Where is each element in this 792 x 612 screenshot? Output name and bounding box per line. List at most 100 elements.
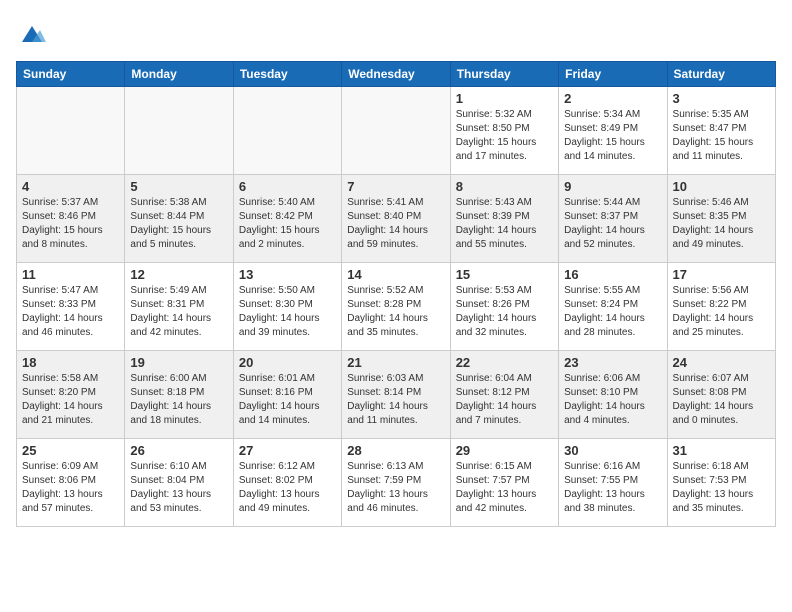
weekday-header-tuesday: Tuesday <box>233 62 341 87</box>
weekday-header-row: SundayMondayTuesdayWednesdayThursdayFrid… <box>17 62 776 87</box>
calendar-cell: 30 Sunrise: 6:16 AM Sunset: 7:55 PM Dayli… <box>559 439 667 527</box>
calendar-cell: 12 Sunrise: 5:49 AM Sunset: 8:31 PM Dayli… <box>125 263 233 351</box>
logo <box>16 20 46 53</box>
day-info: Sunrise: 5:35 AM Sunset: 8:47 PM Dayligh… <box>673 108 770 164</box>
day-number: 5 <box>130 179 227 194</box>
day-info: Sunrise: 6:01 AM Sunset: 8:16 PM Dayligh… <box>239 372 336 428</box>
day-info: Sunrise: 5:46 AM Sunset: 8:35 PM Dayligh… <box>673 196 770 252</box>
calendar-cell: 8 Sunrise: 5:43 AM Sunset: 8:39 PM Daylig… <box>450 175 558 263</box>
day-number: 29 <box>456 443 553 458</box>
day-info: Sunrise: 6:12 AM Sunset: 8:02 PM Dayligh… <box>239 460 336 516</box>
day-number: 20 <box>239 355 336 370</box>
logo-icon <box>18 20 46 48</box>
calendar-cell: 17Sunrise: 5:56 AM Sunset: 8:22 PM Dayli… <box>667 263 775 351</box>
calendar-cell: 19Sunrise: 6:00 AM Sunset: 8:18 PM Dayli… <box>125 351 233 439</box>
weekday-header-thursday: Thursday <box>450 62 558 87</box>
page-header <box>16 16 776 53</box>
day-info: Sunrise: 5:47 AM Sunset: 8:33 PM Dayligh… <box>22 284 119 340</box>
day-info: Sunrise: 5:49 AM Sunset: 8:31 PM Dayligh… <box>130 284 227 340</box>
calendar-cell: 20 Sunrise: 6:01 AM Sunset: 8:16 PM Dayli… <box>233 351 341 439</box>
day-number: 11 <box>22 267 119 282</box>
day-info: Sunrise: 5:38 AM Sunset: 8:44 PM Dayligh… <box>130 196 227 252</box>
day-number: 4 <box>22 179 119 194</box>
day-number: 22 <box>456 355 553 370</box>
day-number: 16 <box>564 267 661 282</box>
calendar-cell <box>233 87 341 175</box>
calendar-cell: 11 Sunrise: 5:47 AM Sunset: 8:33 PM Dayli… <box>17 263 125 351</box>
day-info: Sunrise: 6:04 AM Sunset: 8:12 PM Dayligh… <box>456 372 553 428</box>
calendar-cell: 1 Sunrise: 5:32 AM Sunset: 8:50 PM Daylig… <box>450 87 558 175</box>
day-info: Sunrise: 5:32 AM Sunset: 8:50 PM Dayligh… <box>456 108 553 164</box>
day-number: 2 <box>564 91 661 106</box>
calendar-week-3: 11 Sunrise: 5:47 AM Sunset: 8:33 PM Dayli… <box>17 263 776 351</box>
calendar-cell: 28Sunrise: 6:13 AM Sunset: 7:59 PM Dayli… <box>342 439 450 527</box>
calendar-week-4: 18 Sunrise: 5:58 AM Sunset: 8:20 PM Dayli… <box>17 351 776 439</box>
calendar-cell: 21Sunrise: 6:03 AM Sunset: 8:14 PM Dayli… <box>342 351 450 439</box>
weekday-header-wednesday: Wednesday <box>342 62 450 87</box>
day-number: 23 <box>564 355 661 370</box>
calendar-cell: 15 Sunrise: 5:53 AM Sunset: 8:26 PM Dayli… <box>450 263 558 351</box>
day-number: 15 <box>456 267 553 282</box>
day-number: 27 <box>239 443 336 458</box>
day-info: Sunrise: 6:06 AM Sunset: 8:10 PM Dayligh… <box>564 372 661 428</box>
day-number: 9 <box>564 179 661 194</box>
day-info: Sunrise: 5:41 AM Sunset: 8:40 PM Dayligh… <box>347 196 444 252</box>
calendar-cell: 9Sunrise: 5:44 AM Sunset: 8:37 PM Daylig… <box>559 175 667 263</box>
calendar-cell: 22 Sunrise: 6:04 AM Sunset: 8:12 PM Dayli… <box>450 351 558 439</box>
day-number: 24 <box>673 355 770 370</box>
calendar-cell: 29 Sunrise: 6:15 AM Sunset: 7:57 PM Dayli… <box>450 439 558 527</box>
day-number: 25 <box>22 443 119 458</box>
calendar-cell: 13 Sunrise: 5:50 AM Sunset: 8:30 PM Dayli… <box>233 263 341 351</box>
day-info: Sunrise: 5:52 AM Sunset: 8:28 PM Dayligh… <box>347 284 444 340</box>
day-number: 10 <box>673 179 770 194</box>
calendar-week-1: 1 Sunrise: 5:32 AM Sunset: 8:50 PM Daylig… <box>17 87 776 175</box>
calendar-cell: 23 Sunrise: 6:06 AM Sunset: 8:10 PM Dayli… <box>559 351 667 439</box>
calendar-cell: 26 Sunrise: 6:10 AM Sunset: 8:04 PM Dayli… <box>125 439 233 527</box>
calendar-cell: 7 Sunrise: 5:41 AM Sunset: 8:40 PM Daylig… <box>342 175 450 263</box>
day-info: Sunrise: 6:10 AM Sunset: 8:04 PM Dayligh… <box>130 460 227 516</box>
calendar-cell: 14 Sunrise: 5:52 AM Sunset: 8:28 PM Dayli… <box>342 263 450 351</box>
day-number: 30 <box>564 443 661 458</box>
day-info: Sunrise: 5:43 AM Sunset: 8:39 PM Dayligh… <box>456 196 553 252</box>
day-number: 28 <box>347 443 444 458</box>
calendar-cell <box>125 87 233 175</box>
calendar-cell: 25 Sunrise: 6:09 AM Sunset: 8:06 PM Dayli… <box>17 439 125 527</box>
calendar-week-2: 4 Sunrise: 5:37 AM Sunset: 8:46 PM Daylig… <box>17 175 776 263</box>
calendar-cell: 2 Sunrise: 5:34 AM Sunset: 8:49 PM Daylig… <box>559 87 667 175</box>
day-number: 14 <box>347 267 444 282</box>
day-info: Sunrise: 5:58 AM Sunset: 8:20 PM Dayligh… <box>22 372 119 428</box>
calendar-week-5: 25 Sunrise: 6:09 AM Sunset: 8:06 PM Dayli… <box>17 439 776 527</box>
calendar-cell: 24Sunrise: 6:07 AM Sunset: 8:08 PM Dayli… <box>667 351 775 439</box>
day-number: 12 <box>130 267 227 282</box>
day-info: Sunrise: 5:37 AM Sunset: 8:46 PM Dayligh… <box>22 196 119 252</box>
day-number: 17 <box>673 267 770 282</box>
day-info: Sunrise: 5:55 AM Sunset: 8:24 PM Dayligh… <box>564 284 661 340</box>
day-number: 26 <box>130 443 227 458</box>
calendar-cell: 31Sunrise: 6:18 AM Sunset: 7:53 PM Dayli… <box>667 439 775 527</box>
day-number: 13 <box>239 267 336 282</box>
weekday-header-friday: Friday <box>559 62 667 87</box>
day-info: Sunrise: 6:15 AM Sunset: 7:57 PM Dayligh… <box>456 460 553 516</box>
day-number: 7 <box>347 179 444 194</box>
day-number: 6 <box>239 179 336 194</box>
calendar-cell: 16 Sunrise: 5:55 AM Sunset: 8:24 PM Dayli… <box>559 263 667 351</box>
day-info: Sunrise: 5:34 AM Sunset: 8:49 PM Dayligh… <box>564 108 661 164</box>
day-number: 8 <box>456 179 553 194</box>
calendar-cell: 6Sunrise: 5:40 AM Sunset: 8:42 PM Daylig… <box>233 175 341 263</box>
day-info: Sunrise: 6:09 AM Sunset: 8:06 PM Dayligh… <box>22 460 119 516</box>
day-info: Sunrise: 6:16 AM Sunset: 7:55 PM Dayligh… <box>564 460 661 516</box>
day-number: 1 <box>456 91 553 106</box>
day-number: 19 <box>130 355 227 370</box>
day-number: 31 <box>673 443 770 458</box>
calendar-cell: 18 Sunrise: 5:58 AM Sunset: 8:20 PM Dayli… <box>17 351 125 439</box>
day-info: Sunrise: 5:50 AM Sunset: 8:30 PM Dayligh… <box>239 284 336 340</box>
day-number: 3 <box>673 91 770 106</box>
day-number: 18 <box>22 355 119 370</box>
calendar-cell: 4 Sunrise: 5:37 AM Sunset: 8:46 PM Daylig… <box>17 175 125 263</box>
calendar-cell <box>17 87 125 175</box>
calendar-cell: 27 Sunrise: 6:12 AM Sunset: 8:02 PM Dayli… <box>233 439 341 527</box>
day-info: Sunrise: 5:53 AM Sunset: 8:26 PM Dayligh… <box>456 284 553 340</box>
calendar-cell: 10 Sunrise: 5:46 AM Sunset: 8:35 PM Dayli… <box>667 175 775 263</box>
weekday-header-sunday: Sunday <box>17 62 125 87</box>
calendar-table: SundayMondayTuesdayWednesdayThursdayFrid… <box>16 61 776 527</box>
